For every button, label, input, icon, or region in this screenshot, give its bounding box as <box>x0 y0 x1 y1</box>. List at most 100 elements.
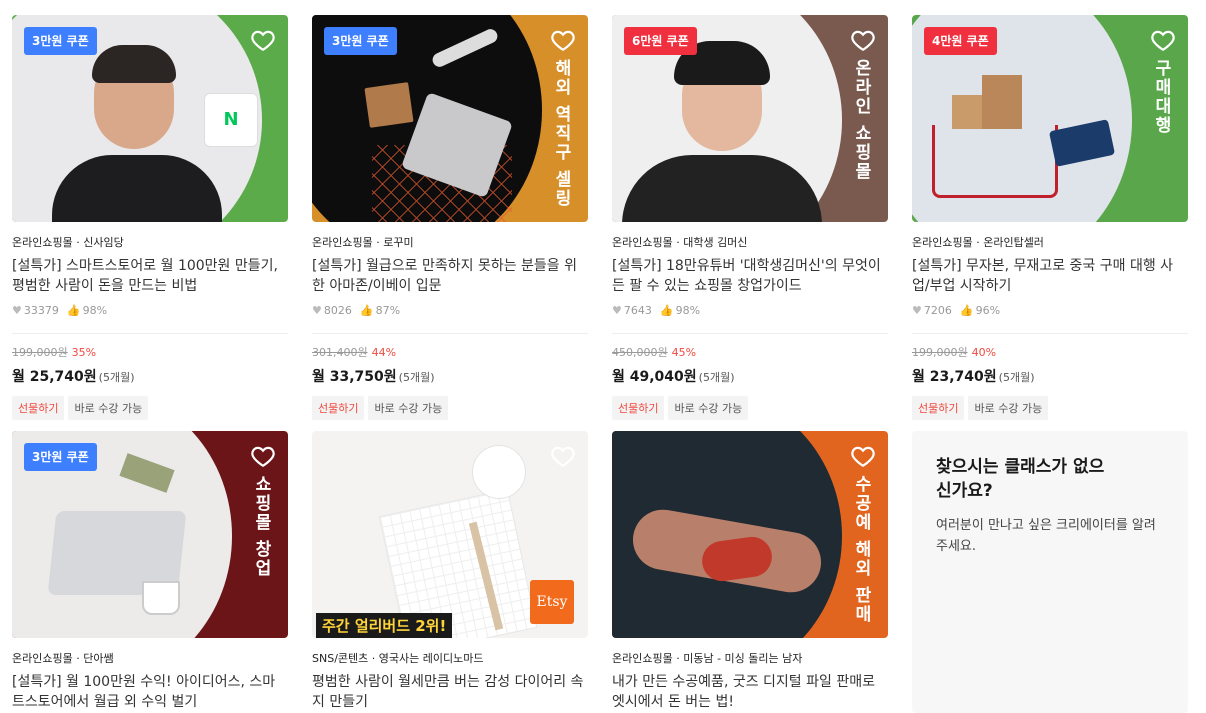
coupon-badge: 3만원 쿠폰 <box>24 27 97 55</box>
request-class-card[interactable]: 찾으시는 클래스가 없으신가요? 여러분이 만나고 싶은 크리에이터를 알려주세… <box>912 431 1188 713</box>
monthly-amount: 월 49,040원 <box>612 369 697 385</box>
thumbs-up-icon: 👍 <box>959 304 974 317</box>
class-stats: ♥ 7206 👍 96% <box>912 304 1188 317</box>
discount-rate: 45% <box>671 346 697 359</box>
thumbs-up-icon: 👍 <box>66 304 81 317</box>
discount-rate: 40% <box>971 346 997 359</box>
monthly-price: 월 23,740원 (5개월) <box>912 366 1188 386</box>
heart-count-icon: ♥ <box>912 304 922 317</box>
available-tag: 바로 수강 가능 <box>368 396 449 420</box>
heart-icon[interactable] <box>850 443 876 469</box>
heart-count-icon: ♥ <box>612 304 622 317</box>
like-count: 8026 <box>323 304 352 317</box>
class-title[interactable]: 평범한 사람이 월세만큼 버는 감성 다이어리 속지 만들기 <box>312 672 588 712</box>
heart-icon[interactable] <box>550 443 576 469</box>
naver-logo: N <box>204 93 258 147</box>
category-creator: 온라인쇼핑몰 · 로꾸미 <box>312 236 414 249</box>
request-class-description: 여러분이 만나고 싶은 크리에이터를 알려주세요. <box>936 518 1156 554</box>
rating: 96% <box>975 304 1001 317</box>
etsy-logo: Etsy <box>530 580 574 624</box>
available-tag: 바로 수강 가능 <box>68 396 149 420</box>
installment-months: (5개월) <box>98 371 135 384</box>
original-price: 199,000원 <box>12 346 68 359</box>
price-row: 450,000원 45% <box>612 344 888 360</box>
class-card[interactable]: 수공예 해외 판매 온라인쇼핑몰 · 미동남 - 미싱 돌리는 남자 내가 만든… <box>612 431 888 712</box>
class-card[interactable]: 온라인 쇼핑몰 6만원 쿠폰 온라인쇼핑몰 · 대학생 김머신 [설특가] 18… <box>612 15 888 420</box>
original-price: 199,000원 <box>912 346 968 359</box>
discount-rate: 35% <box>71 346 97 359</box>
like-count: 7643 <box>623 304 652 317</box>
coupon-badge: 3만원 쿠폰 <box>324 27 397 55</box>
class-card[interactable]: 해외 역직구 셀링 3만원 쿠폰 온라인쇼핑몰 · 로꾸미 [설특가] 월급으로… <box>312 15 588 420</box>
class-card[interactable]: N 3만원 쿠폰 온라인쇼핑몰 · 신사임당 [설특가] 스마트스토어로 월 1… <box>12 15 288 420</box>
category-creator: 온라인쇼핑몰 · 대학생 김머신 <box>612 236 748 249</box>
original-price: 450,000원 <box>612 346 668 359</box>
class-stats: ♥ 33379 👍 98% <box>12 304 288 317</box>
tags: 선물하기 바로 수강 가능 <box>312 396 588 420</box>
price-row: 301,400원 44% <box>312 344 588 360</box>
heart-icon[interactable] <box>1150 27 1176 53</box>
installment-months: (5개월) <box>398 371 435 384</box>
tags: 선물하기 바로 수강 가능 <box>12 396 288 420</box>
installment-months: (5개월) <box>998 371 1035 384</box>
category-creator: 온라인쇼핑몰 · 미동남 - 미싱 돌리는 남자 <box>612 652 803 665</box>
monthly-amount: 월 25,740원 <box>12 369 97 385</box>
class-card[interactable]: 쇼핑몰 창업 3만원 쿠폰 온라인쇼핑몰 · 단아쌤 [설특가] 월 100만원… <box>12 431 288 712</box>
like-count: 33379 <box>23 304 59 317</box>
discount-rate: 44% <box>371 346 397 359</box>
installment-months: (5개월) <box>698 371 735 384</box>
tags: 선물하기 바로 수강 가능 <box>612 396 888 420</box>
category-creator: SNS/콘텐츠 · 영국사는 레이디노마드 <box>312 652 484 665</box>
class-thumbnail[interactable]: 해외 역직구 셀링 3만원 쿠폰 <box>312 15 588 222</box>
heart-icon[interactable] <box>550 27 576 53</box>
divider <box>912 333 1188 334</box>
thumbnail-caption: 해외 역직구 셀링 <box>551 59 571 208</box>
price-row: 199,000원 40% <box>912 344 1188 360</box>
price-row: 199,000원 35% <box>12 344 288 360</box>
rating: 98% <box>82 304 108 317</box>
class-thumbnail[interactable]: 쇼핑몰 창업 3만원 쿠폰 <box>12 431 288 638</box>
class-stats: ♥ 8026 👍 87% <box>312 304 588 317</box>
class-title[interactable]: [설특가] 스마트스토어로 월 100만원 만들기, 평범한 사람이 돈을 만드… <box>12 256 288 296</box>
monthly-amount: 월 33,750원 <box>312 369 397 385</box>
class-title[interactable]: [설특가] 18만유튜버 '대학생김머신'의 무엇이든 팔 수 있는 쇼핑몰 창… <box>612 256 888 296</box>
heart-icon[interactable] <box>250 27 276 53</box>
ranking-overlay: 주간 얼리버드 2위! <box>316 613 453 638</box>
monthly-price: 월 25,740원 (5개월) <box>12 366 288 386</box>
class-title[interactable]: [설특가] 월급으로 만족하지 못하는 분들을 위한 아마존/이베이 입문 <box>312 256 588 296</box>
coupon-badge: 3만원 쿠폰 <box>24 443 97 471</box>
class-grid: N 3만원 쿠폰 온라인쇼핑몰 · 신사임당 [설특가] 스마트스토어로 월 1… <box>0 0 1206 713</box>
class-title[interactable]: [설특가] 월 100만원 수익! 아이디어스, 스마트스토어에서 월급 외 수… <box>12 672 288 712</box>
class-card[interactable]: 주간 얼리버드 2위! Etsy SNS/콘텐츠 · 영국사는 레이디노마드 평… <box>312 431 588 712</box>
heart-count-icon: ♥ <box>12 304 22 317</box>
thumbnail-caption: 구매대행 <box>1151 59 1171 135</box>
thumbnail-caption: 쇼핑몰 창업 <box>251 475 271 578</box>
class-title[interactable]: 내가 만든 수공예품, 굿즈 디지털 파일 판매로 엣시에서 돈 버는 법! <box>612 672 888 712</box>
available-tag: 바로 수강 가능 <box>968 396 1049 420</box>
class-stats: ♥ 7643 👍 98% <box>612 304 888 317</box>
gift-tag[interactable]: 선물하기 <box>612 396 665 420</box>
available-tag: 바로 수강 가능 <box>668 396 749 420</box>
class-title[interactable]: [설특가] 무자본, 무재고로 중국 구매 대행 사업/부업 시작하기 <box>912 256 1188 296</box>
divider <box>612 333 888 334</box>
thumbs-up-icon: 👍 <box>659 304 674 317</box>
class-thumbnail[interactable]: 수공예 해외 판매 <box>612 431 888 638</box>
thumbnail-caption: 수공예 해외 판매 <box>851 475 871 624</box>
rating: 98% <box>675 304 701 317</box>
class-thumbnail[interactable]: 온라인 쇼핑몰 6만원 쿠폰 <box>612 15 888 222</box>
gift-tag[interactable]: 선물하기 <box>312 396 365 420</box>
coupon-badge: 6만원 쿠폰 <box>624 27 697 55</box>
gift-tag[interactable]: 선물하기 <box>12 396 65 420</box>
heart-icon[interactable] <box>850 27 876 53</box>
monthly-price: 월 33,750원 (5개월) <box>312 366 588 386</box>
class-thumbnail[interactable]: N 3만원 쿠폰 <box>12 15 288 222</box>
rating: 87% <box>375 304 401 317</box>
class-thumbnail[interactable]: 구매대행 4만원 쿠폰 <box>912 15 1188 222</box>
thumbnail-caption: 온라인 쇼핑몰 <box>851 59 871 181</box>
class-card[interactable]: 구매대행 4만원 쿠폰 온라인쇼핑몰 · 온라인탑셀러 [설특가] 무자본, 무… <box>912 15 1188 420</box>
gift-tag[interactable]: 선물하기 <box>912 396 965 420</box>
heart-icon[interactable] <box>250 443 276 469</box>
class-thumbnail[interactable]: 주간 얼리버드 2위! Etsy <box>312 431 588 638</box>
monthly-price: 월 49,040원 (5개월) <box>612 366 888 386</box>
monthly-amount: 월 23,740원 <box>912 369 997 385</box>
